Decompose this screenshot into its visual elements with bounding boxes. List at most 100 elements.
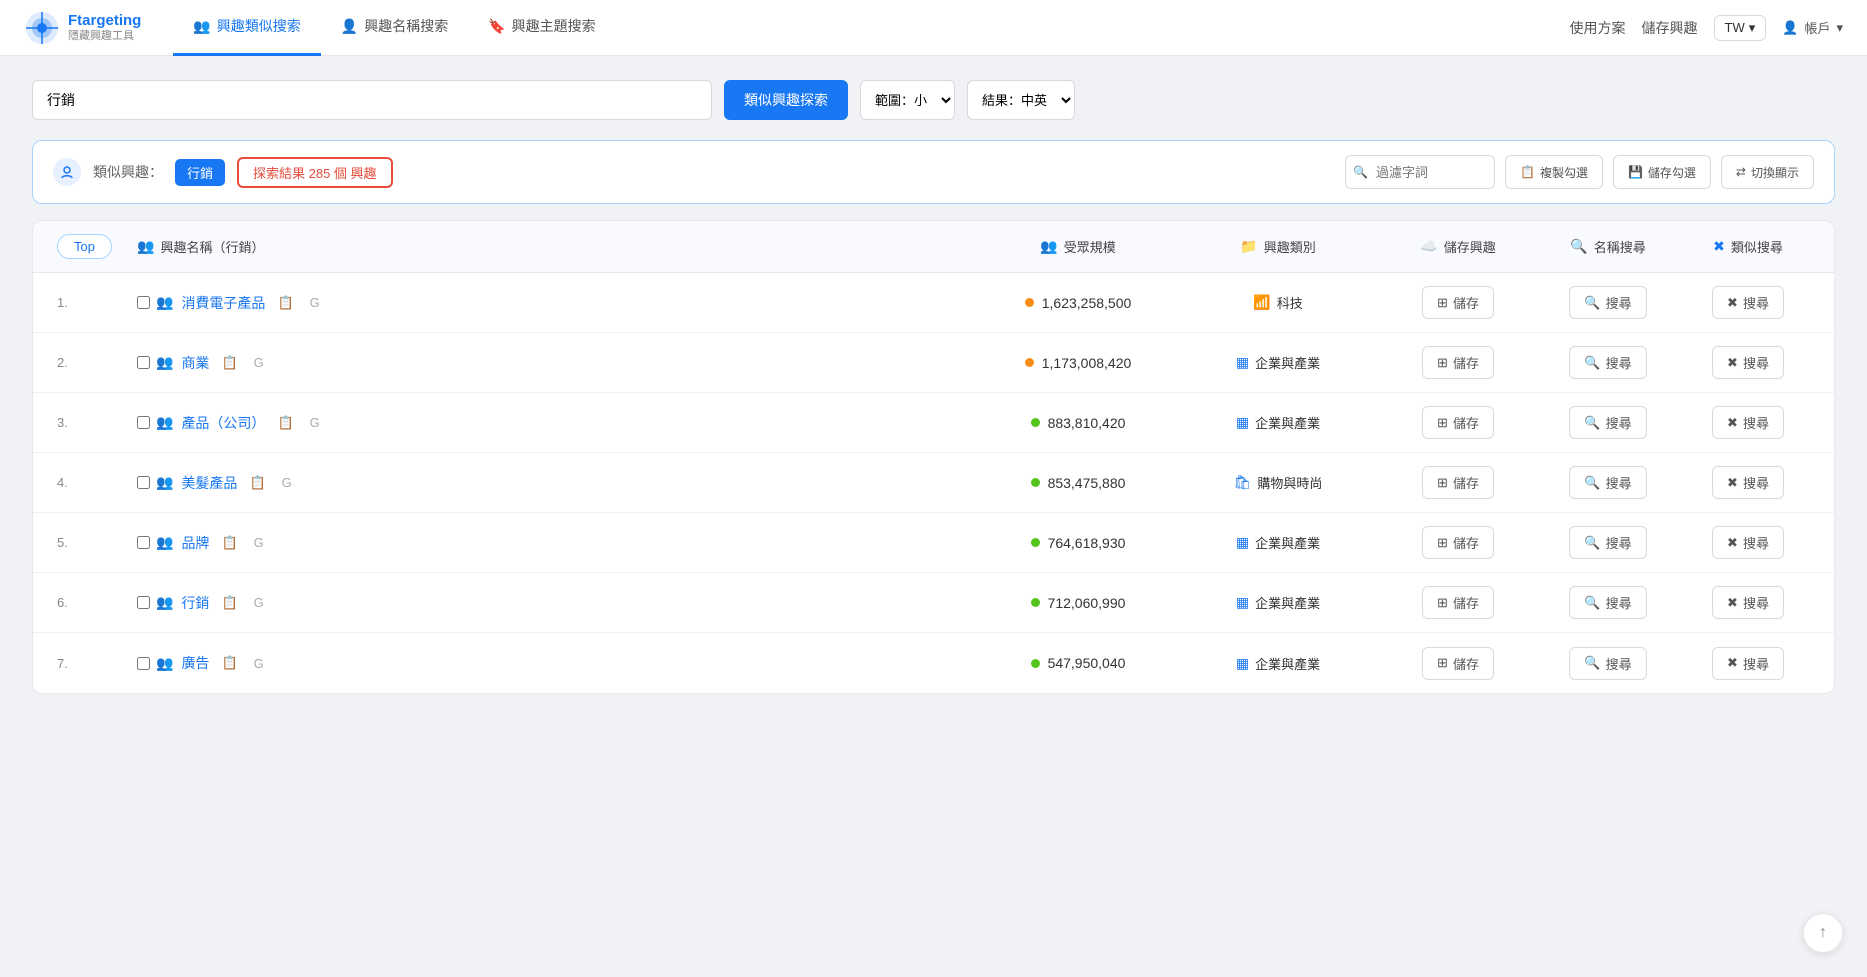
audience-dot-4: [1031, 478, 1040, 487]
search-input[interactable]: [32, 80, 712, 120]
name-search-btn-6[interactable]: 🔍 搜尋: [1569, 586, 1646, 619]
similar-search-btn-6[interactable]: ✖ 搜尋: [1712, 586, 1784, 619]
row-num-1: 1.: [49, 285, 129, 320]
copy-name-icon-7[interactable]: 📋: [217, 653, 241, 673]
top-badge[interactable]: Top: [57, 234, 112, 259]
save-interest-btn-2[interactable]: ⊞ 儲存: [1422, 346, 1494, 379]
name-search-btn-3[interactable]: 🔍 搜尋: [1569, 406, 1646, 439]
th-similar: ✖ 類似搜尋: [1678, 225, 1818, 268]
save-btn-icon-3: ⊞: [1437, 415, 1448, 431]
table-row: 6. 👥 行銷 📋 G 712,060,990 ▦ 企業與產業: [33, 573, 1834, 633]
row-checkbox-6[interactable]: [137, 596, 150, 609]
save-selected-button[interactable]: 💾 儲存勾選: [1613, 155, 1711, 189]
save-interest-btn-7[interactable]: ⊞ 儲存: [1422, 647, 1494, 680]
row-checkbox-3[interactable]: [137, 416, 150, 429]
google-icon-1[interactable]: G: [306, 293, 324, 312]
save-link[interactable]: 儲存興趣: [1642, 18, 1698, 38]
interest-name-1[interactable]: 消費電子產品: [181, 293, 265, 313]
nav-tab-topic[interactable]: 🔖 興趣主題搜索: [468, 0, 615, 56]
th-category: 📁 興趣類別: [1178, 225, 1378, 268]
search-button[interactable]: 類似興趣探索: [724, 80, 848, 120]
search-btn-label-7: 搜尋: [1606, 654, 1632, 673]
th-namesearch: 🔍 名稱搜尋: [1538, 225, 1678, 268]
row-user-icon-6: 👥: [156, 594, 173, 611]
nav-tab-similar[interactable]: 👥 興趣類似搜索: [173, 0, 320, 56]
nav-tab-name[interactable]: 👤 興趣名稱搜索: [321, 0, 468, 56]
save-btn-icon-2: ⊞: [1437, 355, 1448, 371]
row-save-cell-7: ⊞ 儲存: [1378, 637, 1538, 690]
name-search-btn-4[interactable]: 🔍 搜尋: [1569, 466, 1646, 499]
name-search-btn-1[interactable]: 🔍 搜尋: [1569, 286, 1646, 319]
scroll-top-button[interactable]: ↑: [1803, 913, 1843, 953]
similar-search-btn-2[interactable]: ✖ 搜尋: [1712, 346, 1784, 379]
copy-selected-label: 複製勾選: [1540, 164, 1588, 181]
google-icon-4[interactable]: G: [278, 473, 296, 492]
copy-name-icon-6[interactable]: 📋: [217, 593, 241, 613]
interest-name-2[interactable]: 商業: [181, 353, 209, 373]
name-search-btn-5[interactable]: 🔍 搜尋: [1569, 526, 1646, 559]
topic-tab-icon: 🔖: [488, 18, 505, 35]
similar-search-btn-1[interactable]: ✖ 搜尋: [1712, 286, 1784, 319]
filter-right: 🔍 📋 複製勾選 💾 儲存勾選 ⇄ 切換顯示: [1345, 155, 1814, 189]
filter-icon: [53, 158, 81, 186]
google-icon-2[interactable]: G: [250, 353, 268, 372]
category-icon-2: ▦: [1236, 354, 1249, 371]
row-checkbox-2[interactable]: [137, 356, 150, 369]
audience-num-4: 853,475,880: [1048, 475, 1126, 491]
audience-num-7: 547,950,040: [1048, 655, 1126, 671]
row-category-cell-1: 📶 科技: [1178, 283, 1378, 322]
interest-name-6[interactable]: 行銷: [181, 593, 209, 613]
google-icon-5[interactable]: G: [250, 533, 268, 552]
save-interest-btn-3[interactable]: ⊞ 儲存: [1422, 406, 1494, 439]
save-interest-btn-5[interactable]: ⊞ 儲存: [1422, 526, 1494, 559]
row-checkbox-4[interactable]: [137, 476, 150, 489]
row-audience-cell-3: 883,810,420: [978, 405, 1178, 441]
google-icon-7[interactable]: G: [250, 654, 268, 673]
plan-link[interactable]: 使用方案: [1570, 18, 1626, 38]
row-num-4: 4.: [49, 465, 129, 500]
name-search-btn-2[interactable]: 🔍 搜尋: [1569, 346, 1646, 379]
interest-name-7[interactable]: 廣告: [181, 653, 209, 673]
namesearch-col-icon: 🔍: [1570, 238, 1587, 255]
row-checkbox-7[interactable]: [137, 657, 150, 670]
audience-num-1: 1,623,258,500: [1042, 295, 1132, 311]
similar-search-btn-5[interactable]: ✖ 搜尋: [1712, 526, 1784, 559]
row-category-cell-2: ▦ 企業與產業: [1178, 343, 1378, 382]
copy-name-icon-1[interactable]: 📋: [273, 293, 297, 313]
scope-select[interactable]: 範圍：小 範圍：中 範圍：大: [860, 80, 955, 120]
similar-btn-label-2: 搜尋: [1743, 353, 1769, 372]
copy-name-icon-3[interactable]: 📋: [273, 413, 297, 433]
row-checkbox-1[interactable]: [137, 296, 150, 309]
row-num-7: 7.: [49, 646, 129, 681]
similar-tab-label: 興趣類似搜索: [217, 16, 301, 36]
copy-name-icon-5[interactable]: 📋: [217, 533, 241, 553]
google-icon-6[interactable]: G: [250, 593, 268, 612]
similar-search-btn-3[interactable]: ✖ 搜尋: [1712, 406, 1784, 439]
save-interest-btn-1[interactable]: ⊞ 儲存: [1422, 286, 1494, 319]
interest-name-3[interactable]: 產品（公司）: [181, 413, 265, 433]
row-checkbox-5[interactable]: [137, 536, 150, 549]
search-btn-label-1: 搜尋: [1606, 293, 1632, 312]
audience-num-3: 883,810,420: [1048, 415, 1126, 431]
account-button[interactable]: 👤 帳戶 ▾: [1782, 18, 1843, 37]
search-btn-icon-5: 🔍: [1584, 535, 1600, 551]
row-category-cell-4: 🛍 購物與時尚: [1178, 463, 1378, 502]
interest-name-4[interactable]: 美髮產品: [181, 473, 237, 493]
table-row: 4. 👥 美髮產品 📋 G 853,475,880 🛍 購物與時尚: [33, 453, 1834, 513]
interest-name-5[interactable]: 品牌: [181, 533, 209, 553]
copy-selected-button[interactable]: 📋 複製勾選: [1505, 155, 1603, 189]
switch-icon: ⇄: [1736, 165, 1746, 179]
similar-search-btn-7[interactable]: ✖ 搜尋: [1712, 647, 1784, 680]
copy-name-icon-4[interactable]: 📋: [245, 473, 269, 493]
region-selector[interactable]: TW ▾: [1714, 15, 1767, 41]
copy-name-icon-2[interactable]: 📋: [217, 353, 241, 373]
result-select[interactable]: 結果：中英 結果：中文 結果：英文: [967, 80, 1075, 120]
save-interest-btn-4[interactable]: ⊞ 儲存: [1422, 466, 1494, 499]
category-col-icon: 📁: [1240, 238, 1257, 255]
similar-search-btn-4[interactable]: ✖ 搜尋: [1712, 466, 1784, 499]
name-search-btn-7[interactable]: 🔍 搜尋: [1569, 647, 1646, 680]
th-namesearch-label: 名稱搜尋: [1594, 237, 1646, 256]
google-icon-3[interactable]: G: [306, 413, 324, 432]
switch-display-button[interactable]: ⇄ 切換顯示: [1721, 155, 1814, 189]
save-interest-btn-6[interactable]: ⊞ 儲存: [1422, 586, 1494, 619]
